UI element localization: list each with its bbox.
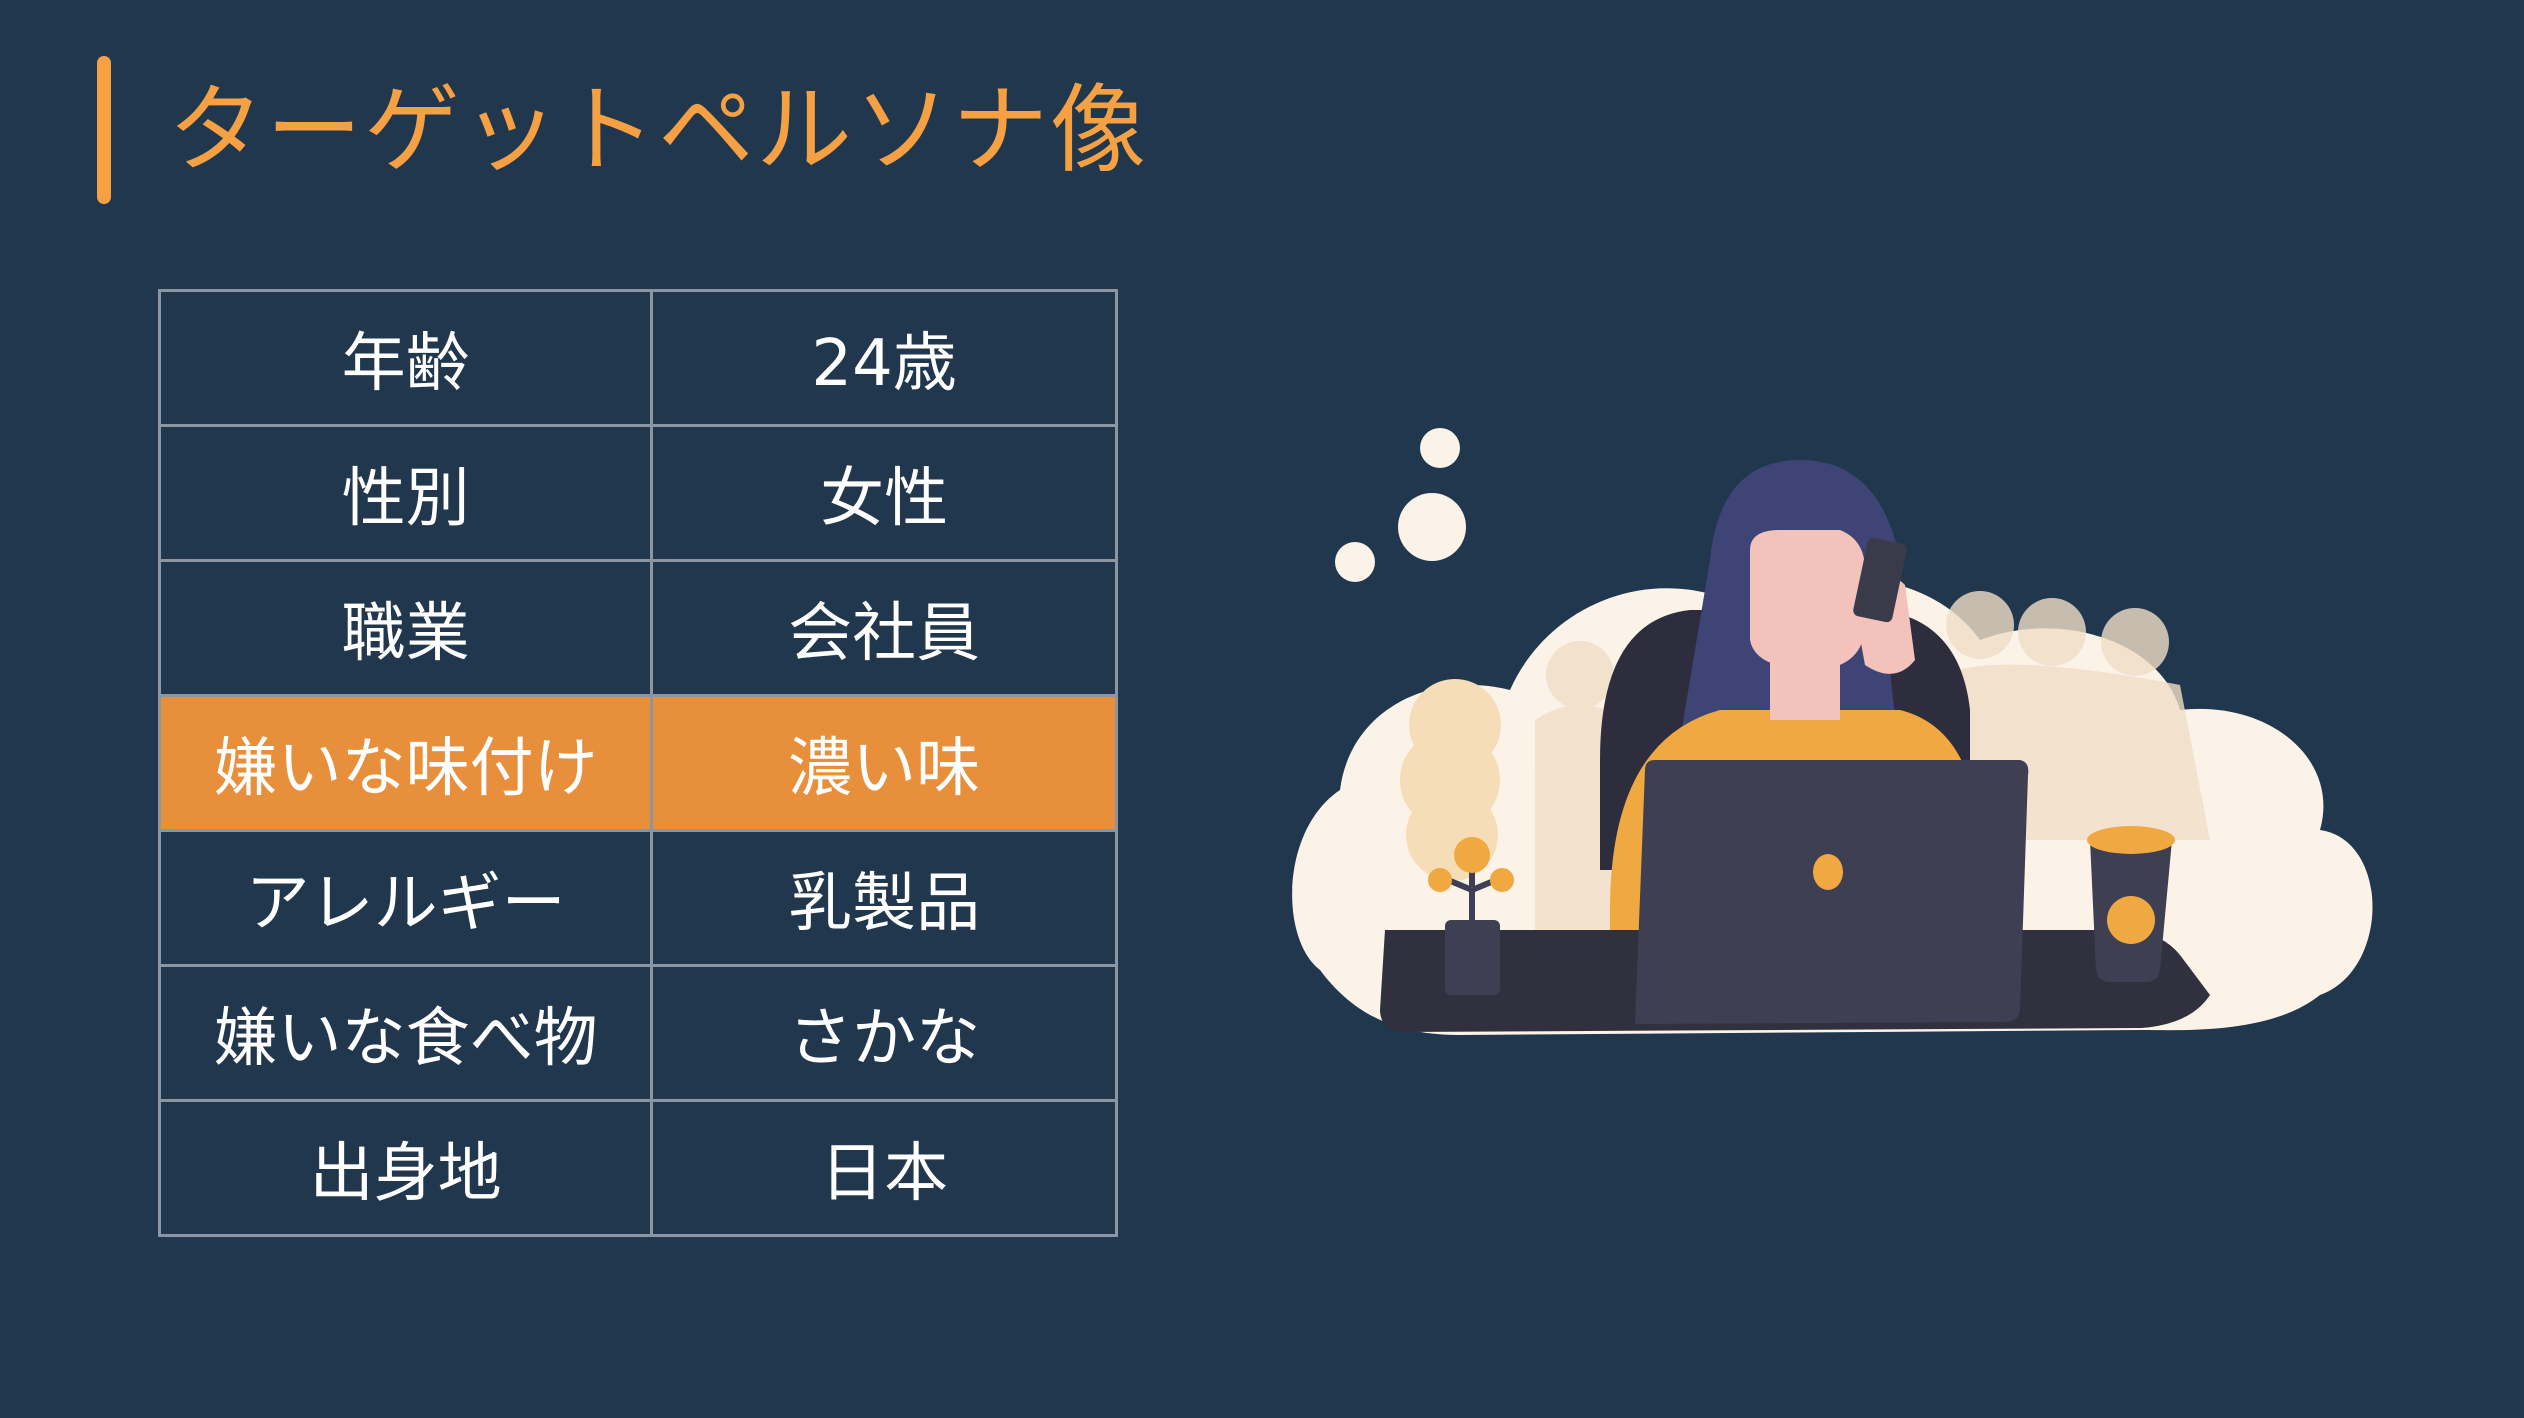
page-title: ターゲットペルソナ像 (168, 74, 1148, 186)
row-label-birthplace: 出身地 (157, 1099, 654, 1237)
table-row: 出身地 日本 (157, 1099, 1118, 1237)
row-label-age: 年齢 (157, 289, 654, 427)
table-row: 性別 女性 (157, 424, 1118, 562)
row-label-disliked-food: 嫌いな食べ物 (157, 964, 654, 1102)
table-row-highlighted: 嫌いな味付け 濃い味 (157, 694, 1118, 832)
laptop-logo (1813, 854, 1843, 890)
row-value-occupation: 会社員 (650, 559, 1118, 697)
table-row: 職業 会社員 (157, 559, 1118, 697)
row-label-occupation: 職業 (157, 559, 654, 697)
thought-bubble-large (1398, 493, 1466, 561)
face (1750, 530, 1865, 670)
row-value-birthplace: 日本 (650, 1099, 1118, 1237)
flower (1454, 837, 1490, 873)
thought-bubble-left (1335, 542, 1375, 582)
neck (1770, 660, 1840, 720)
woman-on-phone-with-laptop-illustration (1292, 428, 2373, 1035)
table-row: アレルギー 乳製品 (157, 829, 1118, 967)
title-accent-bar (97, 56, 111, 204)
table-row: 年齢 24歳 (157, 289, 1118, 427)
persona-table: 年齢 24歳 性別 女性 職業 会社員 嫌いな味付け 濃い味 アレルギー 乳製品… (157, 289, 1118, 1237)
row-value-disliked-food: さかな (650, 964, 1118, 1102)
row-label-disliked-seasoning: 嫌いな味付け (157, 694, 654, 832)
row-label-allergy: アレルギー (157, 829, 654, 967)
plant-pot (1445, 920, 1500, 995)
row-value-age: 24歳 (650, 289, 1118, 427)
row-label-gender: 性別 (157, 424, 654, 562)
row-value-gender: 女性 (650, 424, 1118, 562)
row-value-allergy: 乳製品 (650, 829, 1118, 967)
thought-bubble-small (1420, 428, 1460, 468)
table-row: 嫌いな食べ物 さかな (157, 964, 1118, 1102)
row-value-disliked-seasoning: 濃い味 (650, 694, 1118, 832)
